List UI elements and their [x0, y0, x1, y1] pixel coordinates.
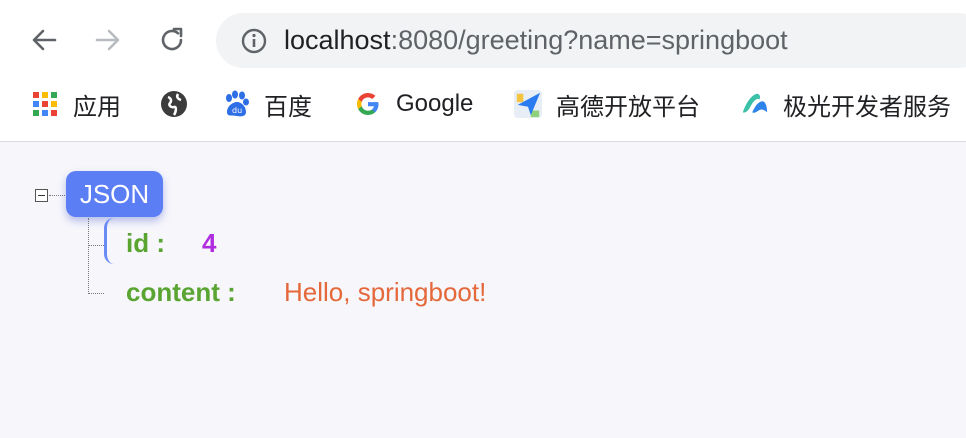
tree-connector — [88, 293, 104, 294]
bookmark-apps[interactable]: 应用 — [31, 84, 121, 124]
arrow-right-icon — [95, 29, 120, 51]
globe-icon — [160, 90, 188, 118]
amap-icon — [514, 90, 542, 118]
reload-icon — [161, 27, 183, 51]
arrow-left-icon — [32, 29, 57, 51]
apps-grid-icon — [31, 90, 59, 118]
bookmark-label: Google — [396, 90, 474, 117]
bookmark-amap[interactable]: 高德开放平台 — [514, 84, 700, 124]
back-button[interactable] — [24, 20, 64, 60]
forward-button[interactable] — [88, 20, 128, 60]
svg-text:du: du — [232, 106, 242, 115]
jiguang-icon — [741, 90, 769, 118]
tree-connector — [88, 218, 89, 294]
browser-chrome: localhost:8080/greeting?name=springboot … — [0, 0, 966, 142]
collapse-toggle-icon[interactable] — [35, 189, 48, 202]
json-key-content: content : — [126, 277, 236, 307]
bookmark-label: 高德开放平台 — [556, 93, 700, 121]
url-text[interactable]: localhost:8080/greeting?name=springboot — [284, 22, 788, 58]
tree-connector — [49, 195, 65, 196]
bookmark-label: 极光开发者服务 — [783, 93, 951, 121]
bookmark-google[interactable]: Google — [354, 84, 473, 124]
url-host: localhost — [284, 25, 391, 55]
bookmark-label: 应用 — [73, 93, 121, 121]
url-path: :8080/greeting?name=springboot — [390, 25, 788, 55]
baidu-paw-icon: du — [222, 90, 250, 118]
info-icon[interactable] — [240, 27, 268, 55]
reload-button[interactable] — [152, 20, 192, 60]
hover-bracket — [104, 218, 119, 264]
google-g-icon — [354, 90, 382, 118]
json-value-content: Hello, springboot! — [284, 277, 487, 307]
json-root-badge[interactable]: JSON — [66, 171, 163, 217]
bookmark-label: 百度 — [264, 93, 312, 121]
bookmark-baidu[interactable]: du 百度 — [222, 84, 312, 124]
json-value-id: 4 — [202, 228, 217, 258]
json-key-id: id : — [126, 228, 165, 258]
bookmark-jiguang[interactable]: 极光开发者服务 — [741, 84, 951, 124]
bookmark-globe[interactable] — [160, 84, 188, 124]
